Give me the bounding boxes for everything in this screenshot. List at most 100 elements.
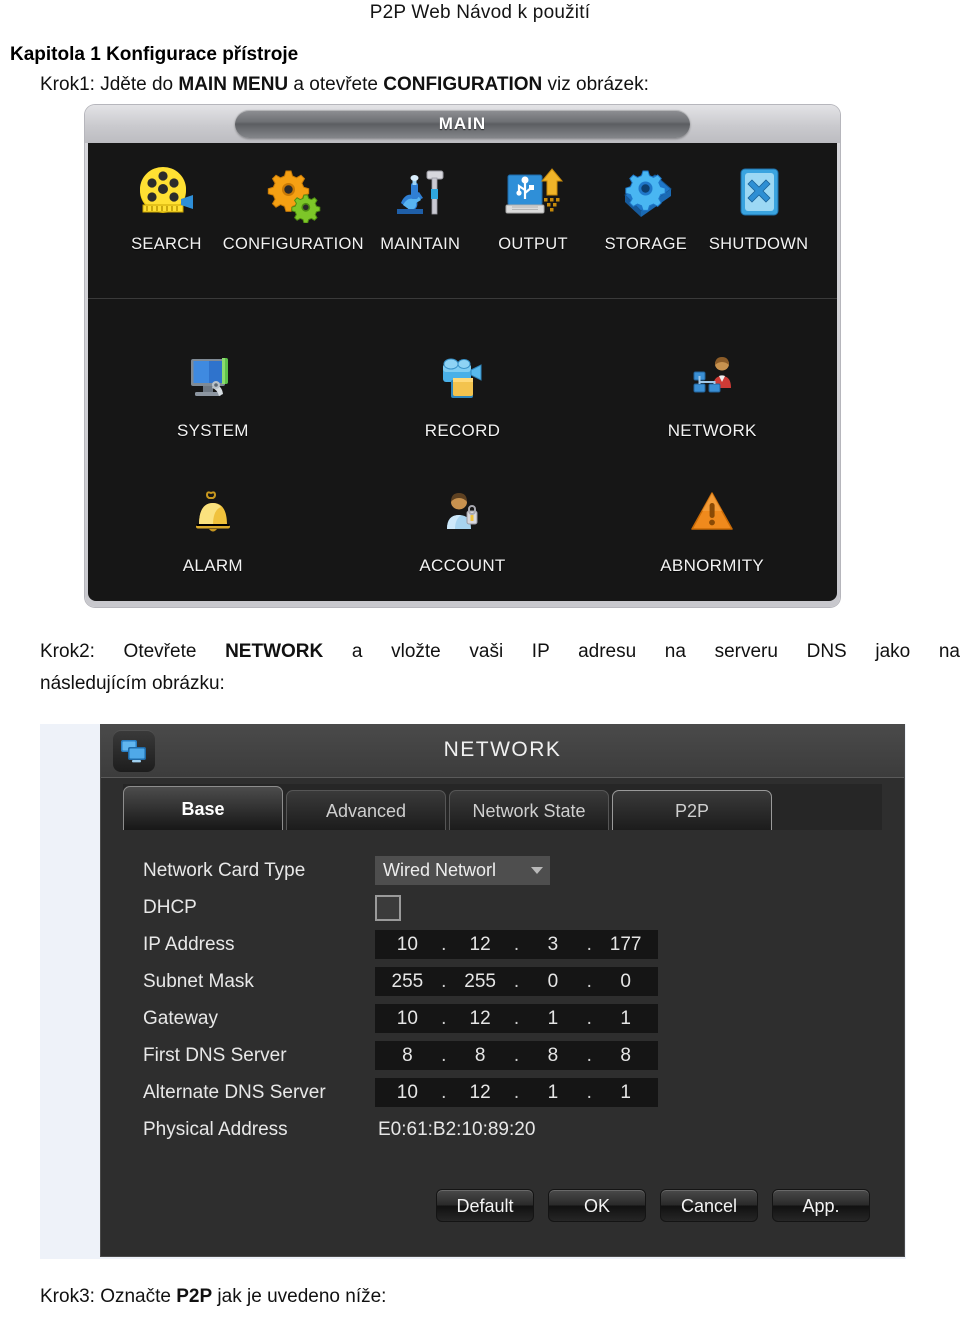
network-user-icon (587, 343, 837, 417)
monitor-wrench-icon (88, 343, 338, 417)
first-dns-input[interactable]: 8 . 8 . 8 . 8 (375, 1041, 658, 1070)
network-dialog-title: NETWORK (443, 738, 562, 761)
tab-p2p[interactable]: P2P (612, 790, 772, 830)
menu-item-system[interactable]: SYSTEM (88, 343, 338, 441)
dhcp-checkbox[interactable] (375, 894, 401, 921)
ip-octet-1[interactable]: 10 (375, 934, 440, 956)
subnet-mask-input[interactable]: 255 . 255 . 0 . 0 (375, 967, 658, 996)
gateway-input[interactable]: 10 . 12 . 1 . 1 (375, 1004, 658, 1033)
ip-dot: . (513, 1007, 520, 1029)
ip-dot: . (586, 970, 592, 992)
step1-bold-configuration: CONFIGURATION (383, 74, 543, 95)
dns1-octet-1[interactable]: 8 (375, 1045, 440, 1067)
menu-item-alarm[interactable]: ALARM (88, 478, 338, 576)
default-button[interactable]: Default (436, 1189, 534, 1222)
menu-item-abnormity[interactable]: ABNORMITY (587, 478, 837, 576)
row-dhcp: DHCP (143, 889, 904, 926)
menu-label-alarm: ALARM (182, 556, 243, 575)
field-first-dns: 8 . 8 . 8 . 8 (375, 1041, 658, 1070)
ok-button[interactable]: OK (548, 1189, 646, 1222)
menu-item-shutdown[interactable]: SHUTDOWN (702, 157, 815, 254)
step3-prefix: Krok3: Označte (40, 1286, 177, 1307)
chapter-heading: Kapitola 1 Konfigurace přístroje (10, 44, 299, 65)
hdd-gear-icon (589, 157, 702, 231)
film-reel-icon (110, 157, 223, 231)
step1-middle: a otevřete (288, 74, 384, 95)
step3-suffix: jak je uvedeno níže: (212, 1286, 387, 1307)
mask-octet-1[interactable]: 255 (375, 971, 440, 993)
dns2-octet-4[interactable]: 1 (593, 1082, 658, 1104)
tab-advanced[interactable]: Advanced (286, 790, 446, 830)
menu-item-output[interactable]: OUTPUT (477, 157, 590, 254)
cancel-button[interactable]: Cancel (660, 1189, 758, 1222)
ip-address-input[interactable]: 10 . 12 . 3 . 177 (375, 930, 658, 959)
step1-prefix: Krok1: Jděte do (40, 74, 179, 95)
ip-dot: . (513, 1081, 520, 1103)
ip-dot: . (441, 933, 447, 955)
apply-button[interactable]: App. (772, 1189, 870, 1222)
tab-network-state[interactable]: Network State (449, 790, 609, 830)
label-physical-address: Physical Address (143, 1118, 288, 1140)
main-menu-row-middle: SYSTEM RECORD NETWORK (88, 343, 837, 441)
main-menu-row-bottom: ALARM ACCOUNT ABNORMITY (88, 478, 837, 576)
field-gateway: 10 . 12 . 1 . 1 (375, 1004, 658, 1033)
menu-label-record: RECORD (424, 421, 501, 440)
field-alternate-dns: 10 . 12 . 1 . 1 (375, 1078, 658, 1107)
alternate-dns-input[interactable]: 10 . 12 . 1 . 1 (375, 1078, 658, 1107)
step1-suffix: viz obrázek: (542, 74, 649, 95)
step3-bold-p2p: P2P (176, 1286, 213, 1307)
menu-item-storage[interactable]: STORAGE (589, 157, 702, 254)
menu-label-system: SYSTEM (176, 421, 249, 440)
network-tabs: Base Advanced Network State P2P (123, 784, 882, 830)
menu-item-account[interactable]: ACCOUNT (338, 478, 588, 576)
shutdown-x-icon (702, 157, 815, 231)
ip-dot: . (586, 1044, 592, 1066)
dns2-octet-1[interactable]: 10 (375, 1082, 440, 1104)
network-dialog-buttons: Default OK Cancel App. (101, 1189, 904, 1222)
tab-base[interactable]: Base (123, 786, 283, 830)
field-network-card-type: Wired Networl (375, 856, 550, 885)
menu-label-maintain: MAINTAIN (380, 235, 461, 253)
row-physical-address: Physical Address E0:61:B2:10:89:20 (143, 1111, 904, 1148)
menu-item-configuration[interactable]: CONFIGURATION (223, 157, 364, 254)
row-gateway: Gateway 10 . 12 . 1 . 1 (143, 1000, 904, 1037)
menu-item-network[interactable]: NETWORK (587, 343, 837, 441)
ip-octet-3[interactable]: 3 (521, 934, 586, 956)
dns1-octet-2[interactable]: 8 (448, 1045, 513, 1067)
ip-dot: . (441, 1081, 447, 1103)
usb-backup-icon (477, 157, 590, 231)
dns1-octet-3[interactable]: 8 (521, 1045, 586, 1067)
main-menu-screenshot: MAIN SEARCH CONFIGURATION MAINTAIN OUTPU… (85, 105, 840, 607)
user-key-icon (338, 478, 588, 552)
menu-item-maintain[interactable]: MAINTAIN (364, 157, 477, 254)
menu-item-search[interactable]: SEARCH (110, 157, 223, 254)
ip-octet-4[interactable]: 177 (593, 934, 658, 956)
mask-octet-3[interactable]: 0 (521, 971, 586, 993)
step3-paragraph: Krok3: Označte P2P jak je uvedeno níže: (40, 1286, 386, 1308)
gateway-octet-1[interactable]: 10 (375, 1008, 440, 1030)
menu-item-record[interactable]: RECORD (338, 343, 588, 441)
mask-octet-2[interactable]: 255 (448, 971, 513, 993)
tools-icon (364, 157, 477, 231)
menu-label-account: ACCOUNT (419, 556, 506, 575)
menu-label-configuration: CONFIGURATION (222, 235, 364, 253)
mask-octet-4[interactable]: 0 (593, 971, 658, 993)
main-menu-titlebar: MAIN (85, 105, 840, 143)
step2-bold-network: NETWORK (225, 641, 324, 662)
ip-dot: . (441, 1007, 447, 1029)
label-ip-address: IP Address (143, 933, 235, 955)
dns2-octet-3[interactable]: 1 (521, 1082, 586, 1104)
row-network-card-type: Network Card Type Wired Networl (143, 852, 904, 889)
network-card-type-select[interactable]: Wired Networl (375, 856, 550, 885)
gateway-octet-4[interactable]: 1 (593, 1008, 658, 1030)
menu-label-shutdown: SHUTDOWN (708, 235, 809, 253)
dns1-octet-4[interactable]: 8 (593, 1045, 658, 1067)
physical-address-value: E0:61:B2:10:89:20 (378, 1118, 536, 1140)
bell-icon (88, 478, 338, 552)
gateway-octet-3[interactable]: 1 (521, 1008, 586, 1030)
network-card-type-value: Wired Networl (383, 860, 497, 880)
camcorder-icon (338, 343, 588, 417)
gateway-octet-2[interactable]: 12 (448, 1008, 513, 1030)
dns2-octet-2[interactable]: 12 (448, 1082, 513, 1104)
ip-octet-2[interactable]: 12 (448, 934, 513, 956)
